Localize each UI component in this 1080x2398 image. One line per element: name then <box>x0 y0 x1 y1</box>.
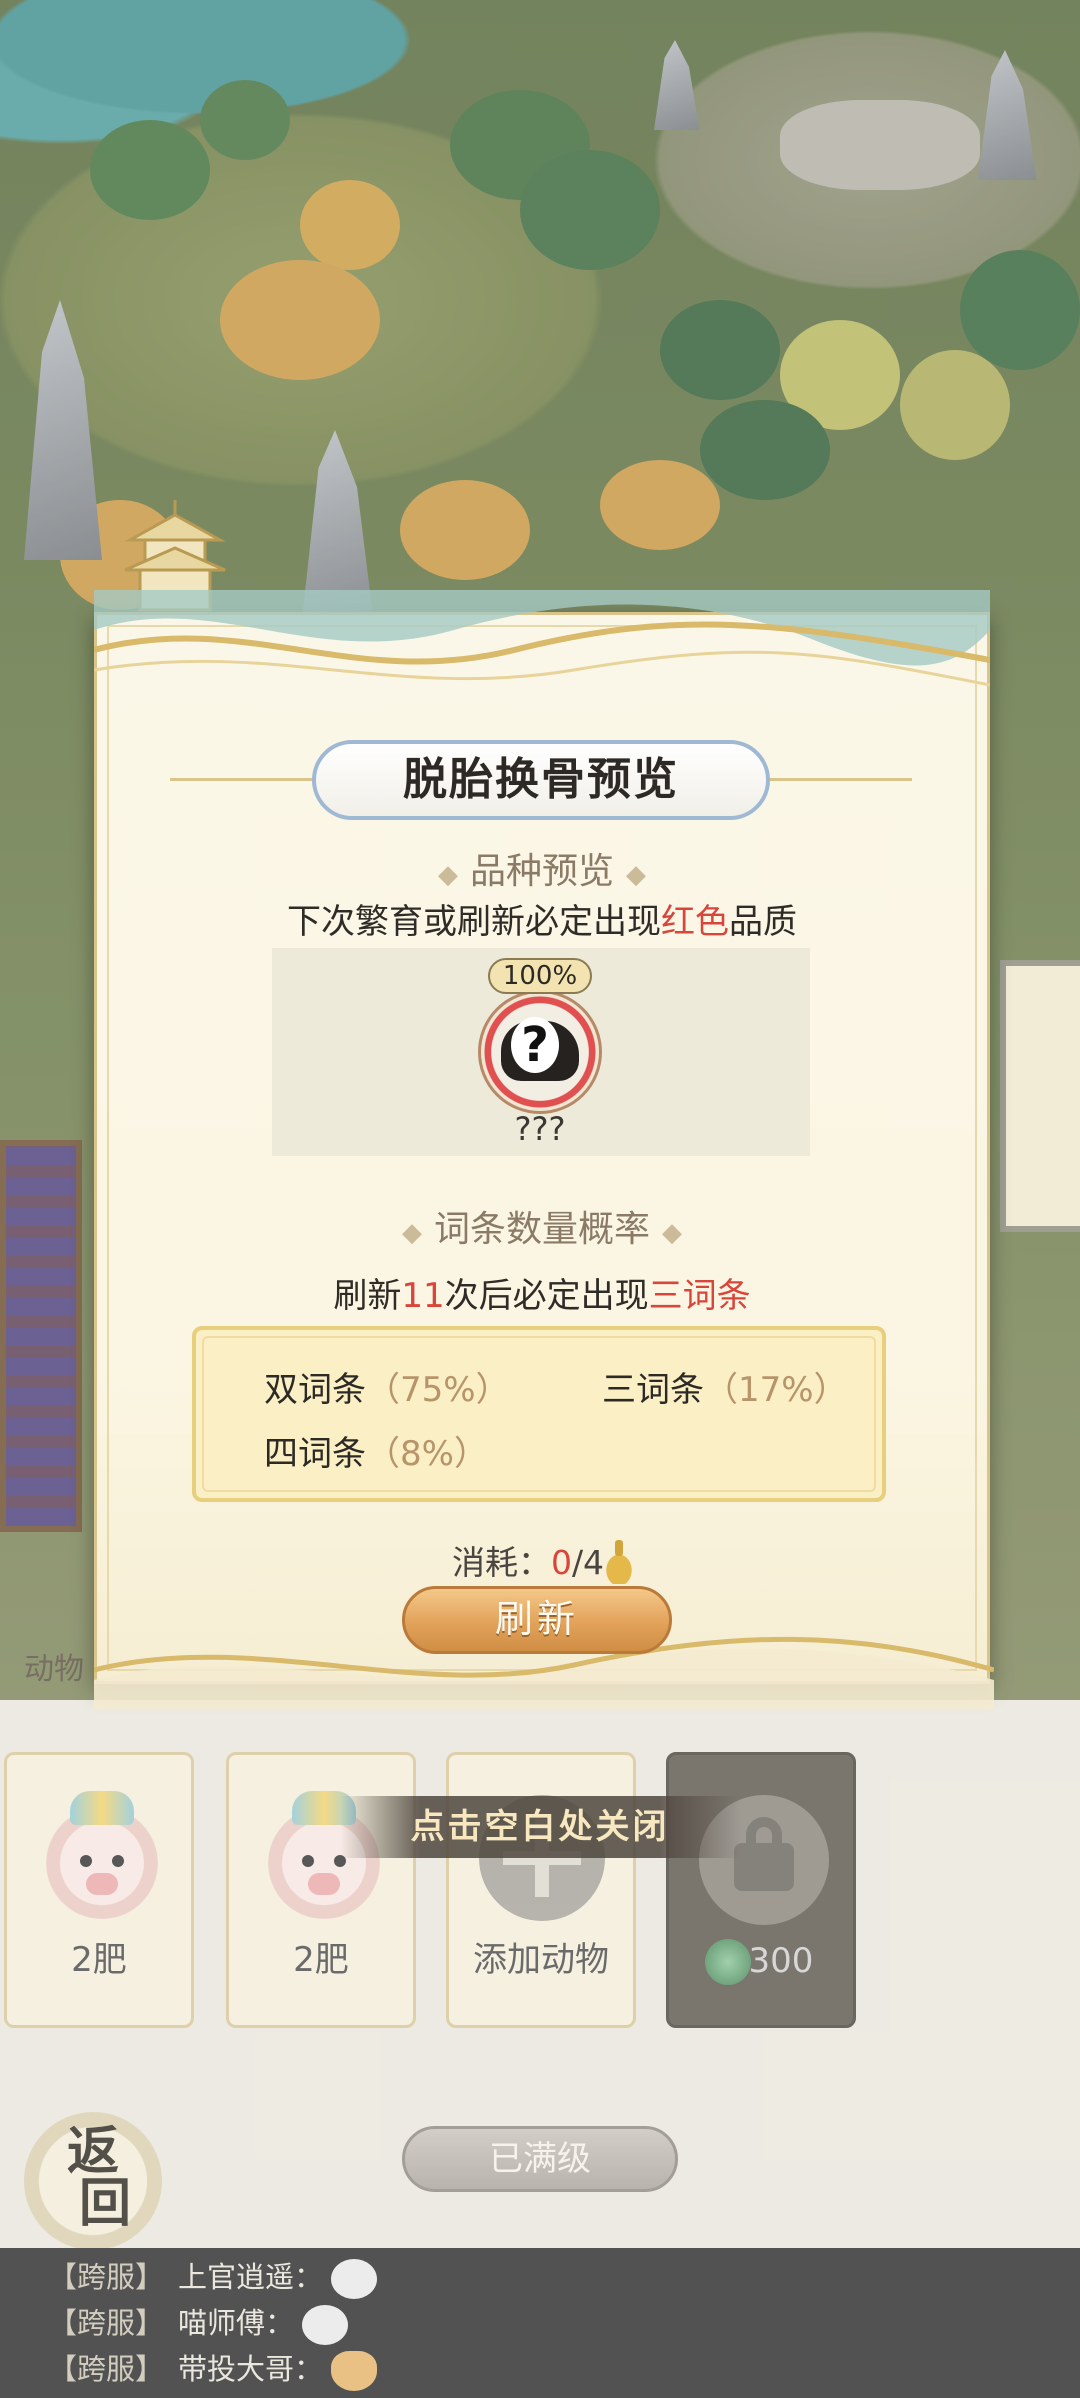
trait-count-desc: 刷新11次后必定出现三词条 <box>333 1276 751 1316</box>
breed-preview-desc: 下次繁育或刷新必定出现红色品质 <box>287 902 797 942</box>
title-divider-left <box>170 778 320 781</box>
breed-preview-heading: ◆ 品种预览 ◆ <box>437 851 646 892</box>
wave-ornament-top <box>94 590 990 687</box>
chance-badge: 100% <box>488 958 592 994</box>
trait-probability-box <box>192 1326 886 1502</box>
prob-three-traits: 三词条（17%） <box>602 1370 848 1410</box>
dialog-title: 脱胎换骨预览 <box>312 740 770 820</box>
title-divider-right <box>762 778 912 781</box>
elixir-bottle-icon <box>606 1538 633 1584</box>
refresh-button[interactable]: 刷新 <box>402 1586 672 1654</box>
trait-count-heading: ◆ 词条数量概率 ◆ <box>401 1209 682 1250</box>
cost-have: 0 <box>550 1543 572 1582</box>
mystery-pet-name: ??? <box>514 1110 566 1148</box>
prob-two-traits: 双词条（75%） <box>264 1370 510 1410</box>
prob-four-traits: 四词条（8%） <box>264 1434 488 1474</box>
cost-line: 消耗：0/4 <box>94 1536 990 1584</box>
cost-label: 消耗： <box>451 1543 551 1582</box>
cost-need: /4 <box>571 1543 605 1582</box>
mystery-pet-icon[interactable]: ? <box>478 990 602 1114</box>
